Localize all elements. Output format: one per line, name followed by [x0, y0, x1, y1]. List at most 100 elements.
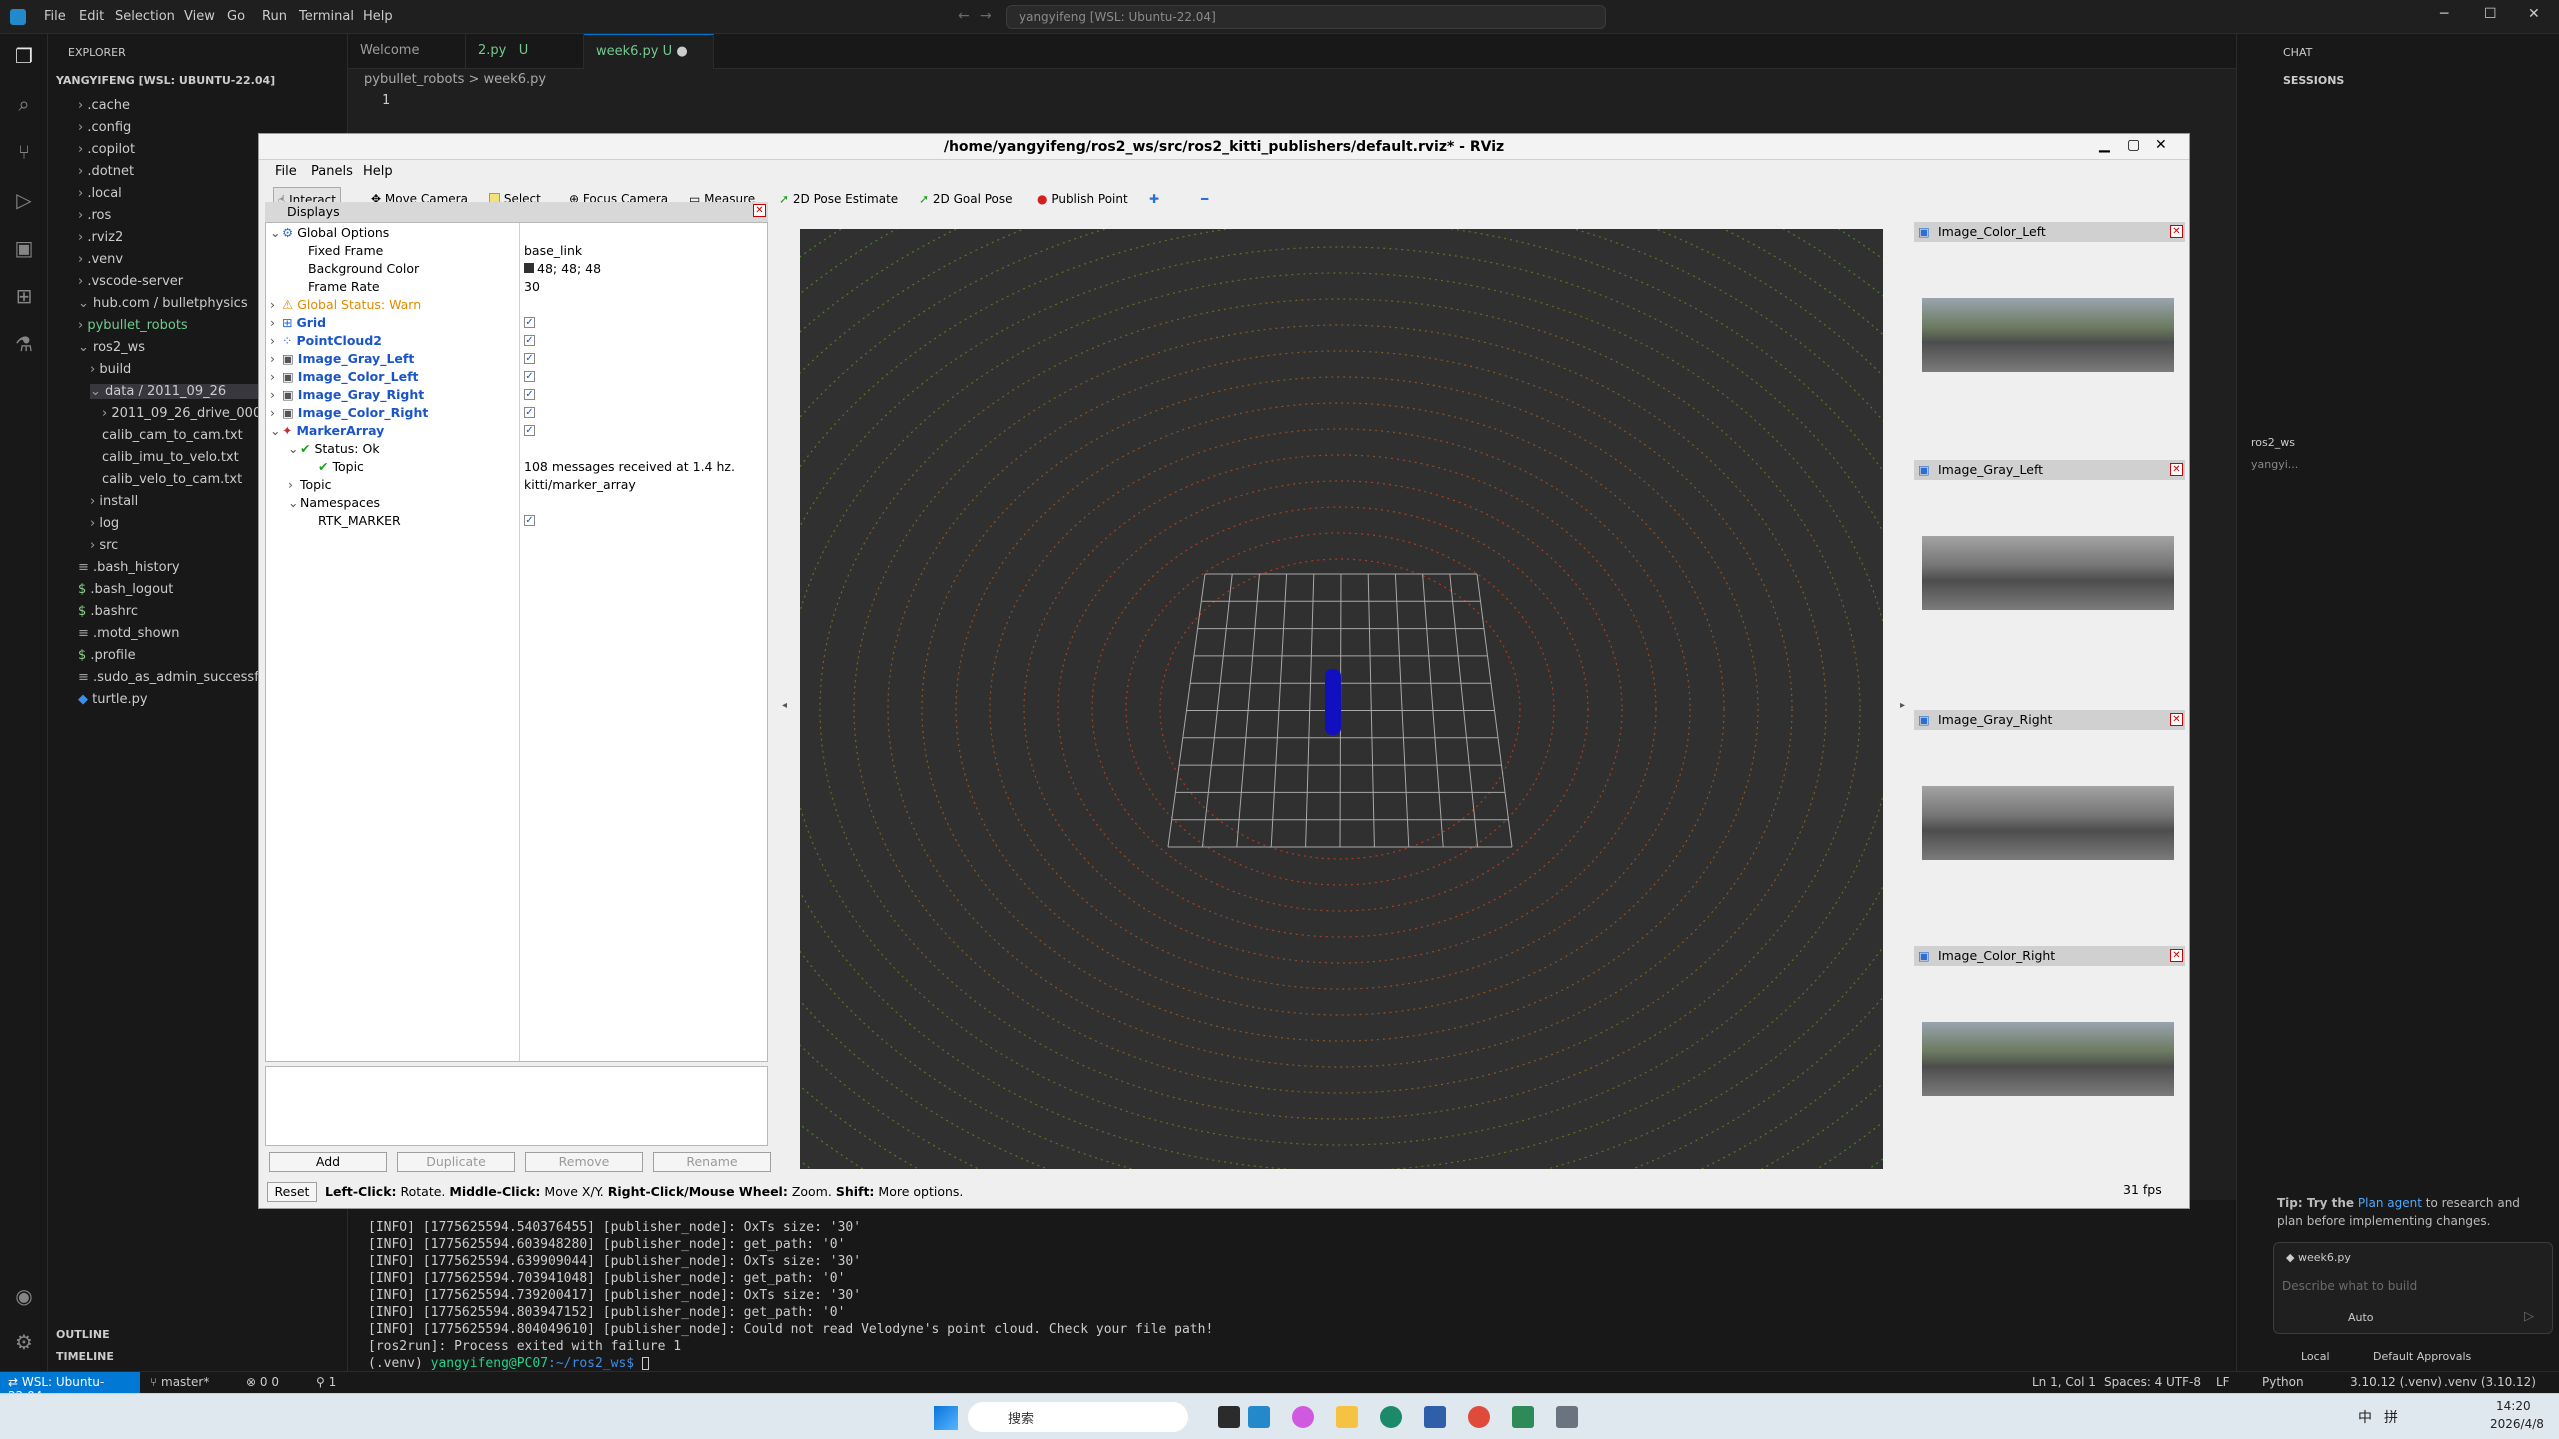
extensions-icon[interactable]: ⊞: [10, 282, 38, 310]
enable-checkbox[interactable]: ✓: [524, 335, 535, 346]
ime-indicator[interactable]: 中: [2358, 1407, 2372, 1427]
tool-2d-goal-pose[interactable]: ➚ 2D Goal Pose: [915, 187, 1017, 213]
menu-terminal[interactable]: Terminal: [299, 9, 354, 24]
nav-forward-icon[interactable]: →: [980, 8, 992, 24]
tree-item[interactable]: ≡ .motd_shown: [78, 626, 179, 641]
language-mode[interactable]: Python: [2262, 1375, 2304, 1389]
remove-tool-icon[interactable]: ━: [1197, 187, 1212, 213]
rviz-menu-panels[interactable]: Panels: [311, 164, 353, 179]
tree-item[interactable]: › build: [90, 362, 131, 377]
display-value[interactable]: kitti/marker_array: [524, 477, 636, 492]
venv[interactable]: .venv (3.10.12): [2444, 1375, 2536, 1389]
gear-icon[interactable]: ⚙: [10, 1328, 38, 1356]
displays-close-icon[interactable]: ✕: [753, 204, 766, 217]
run-debug-icon[interactable]: ▷: [10, 186, 38, 214]
tree-item[interactable]: › .dotnet: [78, 164, 134, 179]
display-row[interactable]: ⌄ ✔ Status: Ok: [288, 441, 380, 456]
remote-indicator[interactable]: ⇄ WSL: Ubuntu-22.04: [0, 1372, 140, 1403]
tree-item[interactable]: $ .bash_logout: [78, 582, 173, 597]
tree-item[interactable]: ⌄ hub.com / bulletphysics: [78, 296, 248, 311]
command-center[interactable]: yangyifeng [WSL: Ubuntu-22.04]: [1006, 5, 1606, 29]
menu-edit[interactable]: Edit: [79, 9, 104, 24]
eol[interactable]: LF: [2216, 1375, 2230, 1389]
file-chip[interactable]: ◆ week6.py: [2286, 1251, 2351, 1264]
tool-publish-point[interactable]: ● Publish Point: [1033, 187, 1132, 213]
tree-item[interactable]: calib_velo_to_cam.txt: [102, 472, 242, 487]
tree-item[interactable]: ≡ .sudo_as_admin_successful: [78, 670, 271, 685]
mode-picker[interactable]: Auto: [2348, 1311, 2374, 1324]
testing-icon[interactable]: ⚗: [10, 330, 38, 358]
workspace-header[interactable]: YANGYIFENG [WSL: UBUNTU-22.04]: [56, 74, 275, 87]
enable-checkbox[interactable]: ✓: [524, 515, 535, 526]
plan-agent-link[interactable]: Plan agent: [2358, 1196, 2422, 1210]
copilot-app-icon[interactable]: [1292, 1406, 1314, 1428]
tree-item[interactable]: calib_cam_to_cam.txt: [102, 428, 243, 443]
rviz-app-icon[interactable]: [1556, 1406, 1578, 1428]
image-close-icon[interactable]: ✕: [2170, 463, 2183, 476]
rviz-minimize-icon[interactable]: ▁: [2099, 137, 2110, 153]
task-view-icon[interactable]: [1218, 1406, 1240, 1428]
display-value[interactable]: 30: [524, 279, 540, 294]
rviz-menu-file[interactable]: File: [275, 164, 297, 179]
vscode-app-icon[interactable]: [1248, 1406, 1270, 1428]
menu-run[interactable]: Run: [262, 9, 287, 24]
display-row[interactable]: RTK_MARKER: [306, 513, 401, 528]
display-row[interactable]: › ⊞ Grid: [270, 315, 326, 330]
local-picker[interactable]: Local: [2301, 1350, 2330, 1363]
menu-help[interactable]: Help: [363, 9, 393, 24]
tab-welcome[interactable]: Welcome: [348, 34, 466, 69]
display-row[interactable]: › ▣ Image_Gray_Left: [270, 351, 414, 366]
indentation[interactable]: Spaces: 4: [2104, 1375, 2162, 1389]
chat-input[interactable]: Describe what to build: [2282, 1279, 2417, 1293]
display-row[interactable]: › ▣ Image_Gray_Right: [270, 387, 424, 402]
remote-explorer-icon[interactable]: ▣: [10, 234, 38, 262]
menu-file[interactable]: File: [44, 9, 66, 24]
clock-date[interactable]: 2026/4/8: [2490, 1417, 2544, 1431]
tab-2-py[interactable]: 2.py U: [466, 34, 584, 69]
expand-arrow-icon[interactable]: ⌄: [270, 225, 282, 240]
ports-indicator[interactable]: ⚲ 1: [316, 1375, 336, 1389]
tree-item[interactable]: › .cache: [78, 98, 130, 113]
display-row[interactable]: ✔ Topic: [306, 459, 364, 474]
collapse-left-icon[interactable]: ◂: [782, 700, 787, 711]
file-explorer-icon[interactable]: [1336, 1406, 1358, 1428]
menu-view[interactable]: View: [184, 9, 215, 24]
display-row[interactable]: ⌄ ✦ MarkerArray: [270, 423, 384, 438]
tree-item[interactable]: › .rviz2: [78, 230, 123, 245]
window-maximize-icon[interactable]: ☐: [2484, 6, 2497, 22]
display-row[interactable]: › ▣ Image_Color_Right: [270, 405, 428, 420]
display-row[interactable]: Fixed Frame: [296, 243, 383, 258]
image-close-icon[interactable]: ✕: [2170, 949, 2183, 962]
display-row[interactable]: › ⁘ PointCloud2: [270, 333, 382, 348]
display-row[interactable]: › ⚠ Global Status: Warn: [270, 297, 421, 312]
tree-item[interactable]: $ .profile: [78, 648, 136, 663]
tool-2d-pose-estimate[interactable]: ➚ 2D Pose Estimate: [775, 187, 902, 213]
image-close-icon[interactable]: ✕: [2170, 713, 2183, 726]
breadcrumb-item[interactable]: pybullet_robots: [364, 72, 464, 87]
expand-arrow-icon[interactable]: ›: [270, 297, 282, 312]
expand-arrow-icon[interactable]: ›: [270, 387, 282, 402]
chat-side-item[interactable]: ros2_ws: [2251, 436, 2295, 449]
expand-arrow-icon[interactable]: ›: [270, 333, 282, 348]
display-row[interactable]: › ▣ Image_Color_Left: [270, 369, 419, 384]
enable-checkbox[interactable]: ✓: [524, 317, 535, 328]
enable-checkbox[interactable]: ✓: [524, 425, 535, 436]
expand-arrow-icon[interactable]: ›: [270, 369, 282, 384]
breadcrumb-item[interactable]: week6.py: [484, 72, 547, 87]
rviz-close-icon[interactable]: ✕: [2155, 137, 2167, 153]
account-icon[interactable]: ◉: [10, 1282, 38, 1310]
sessions-header[interactable]: SESSIONS: [2283, 74, 2344, 87]
tree-item[interactable]: › .ros: [78, 208, 111, 223]
nav-back-icon[interactable]: ←: [958, 8, 970, 24]
expand-arrow-icon[interactable]: ⌄: [288, 495, 300, 510]
expand-arrow-icon[interactable]: ⌄: [288, 441, 300, 456]
tree-item[interactable]: ⌄ ros2_ws: [78, 340, 145, 355]
display-value[interactable]: base_link: [524, 243, 582, 258]
remove-display-button[interactable]: Remove: [525, 1152, 643, 1172]
tree-item[interactable]: › src: [90, 538, 118, 553]
edge-icon[interactable]: [1380, 1406, 1402, 1428]
chrome-icon[interactable]: [1468, 1406, 1490, 1428]
problems-indicator[interactable]: ⊗ 0 0: [246, 1375, 279, 1389]
window-close-icon[interactable]: ✕: [2528, 6, 2540, 22]
display-row[interactable]: Background Color: [296, 261, 419, 276]
